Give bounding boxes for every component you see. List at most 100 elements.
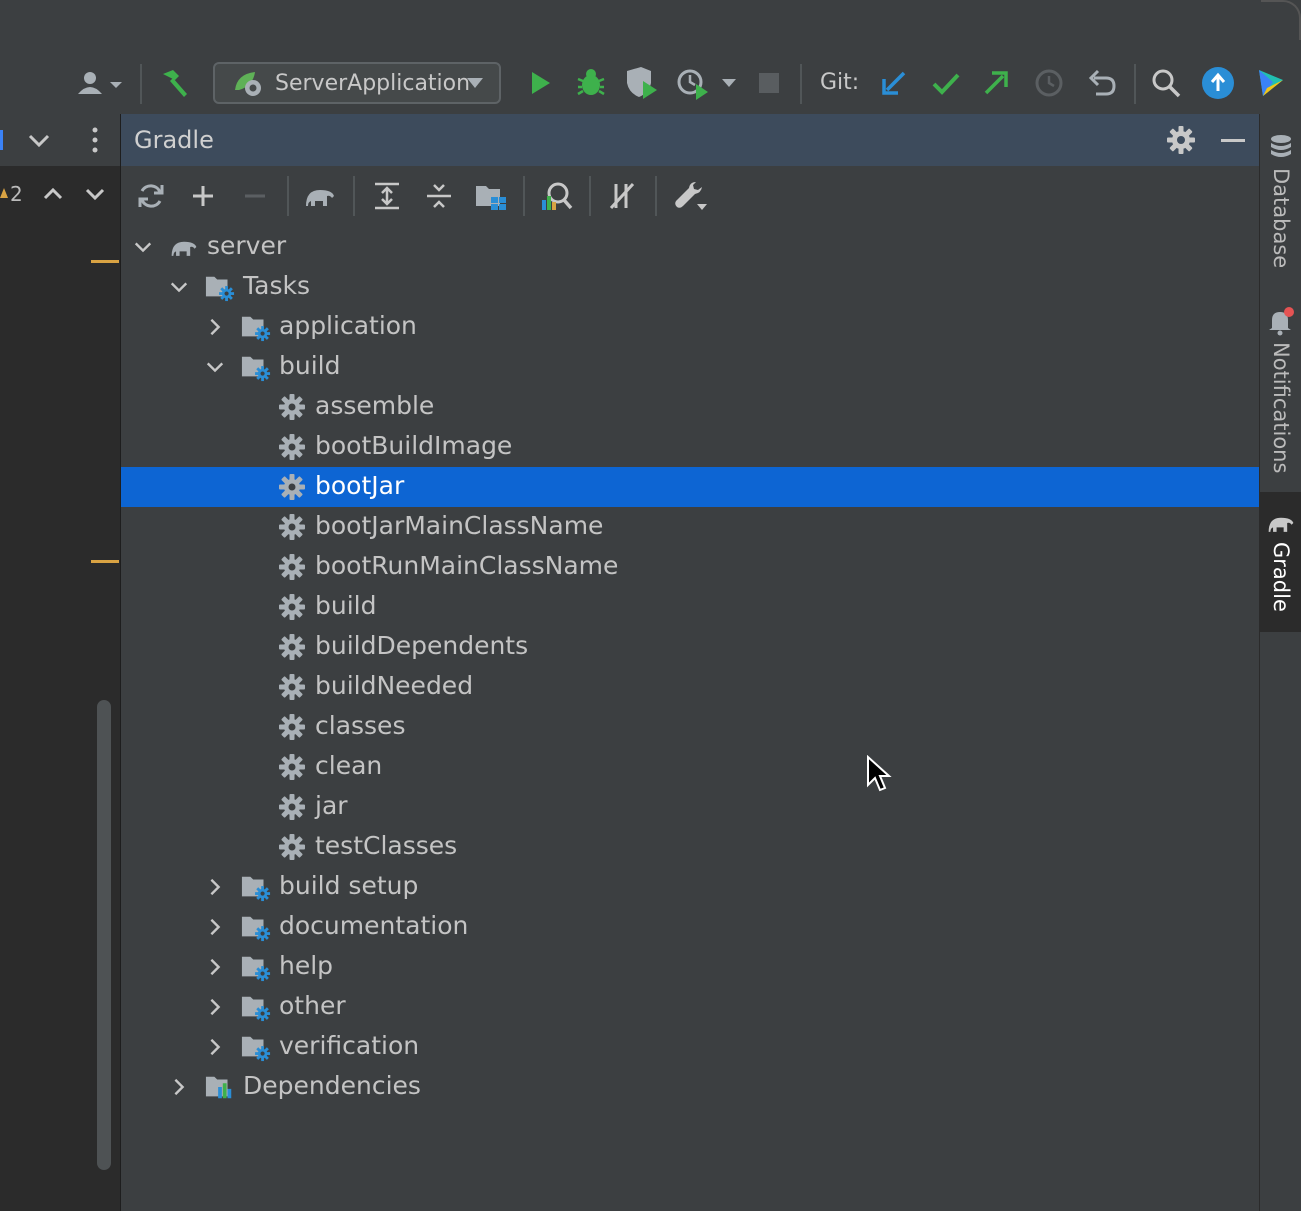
run-with-coverage-button[interactable] xyxy=(620,52,664,114)
collapse-all-button[interactable] xyxy=(419,170,459,222)
tool-window-settings-button[interactable] xyxy=(1166,125,1196,159)
tool-window-title: Gradle xyxy=(134,126,214,154)
unlink-gradle-project-button[interactable] xyxy=(235,170,275,222)
tree-node-tasks[interactable]: Tasks xyxy=(121,267,1259,307)
tree-node-task[interactable]: assemble xyxy=(121,387,1259,427)
tree-node-icon-wrapper xyxy=(241,1032,271,1062)
collapse-toggle[interactable] xyxy=(133,237,153,257)
tree-node-task[interactable]: bootJarMainClassName xyxy=(121,507,1259,547)
profiler-button[interactable] xyxy=(672,52,742,114)
toggle-offline-mode-button[interactable] xyxy=(603,170,643,222)
tree-node-icon-wrapper xyxy=(241,912,271,942)
tree-node-task[interactable]: bootBuildImage xyxy=(121,427,1259,467)
inspection-bar: 2 xyxy=(0,168,120,220)
notifications-tool-tab[interactable]: Notifications xyxy=(1260,306,1301,476)
title-bar xyxy=(0,0,1301,52)
tree-node-task[interactable]: buildDependents xyxy=(121,627,1259,667)
editor-tab-strip xyxy=(0,114,120,166)
toolbar-separator xyxy=(1134,64,1136,104)
ide-update-button[interactable] xyxy=(1198,52,1238,114)
expand-toggle[interactable] xyxy=(205,1037,225,1057)
tree-node-task-group[interactable]: build setup xyxy=(121,867,1259,907)
tree-node-task-group[interactable]: help xyxy=(121,947,1259,987)
git-label: Git: xyxy=(820,70,860,95)
git-update-button[interactable] xyxy=(874,52,914,114)
stop-button[interactable] xyxy=(750,52,788,114)
collapse-toggle[interactable] xyxy=(169,277,189,297)
dependency-analyzer-icon xyxy=(542,182,573,210)
expand-toggle[interactable] xyxy=(205,957,225,977)
next-highlight-button[interactable] xyxy=(82,182,108,210)
play-icon xyxy=(532,72,550,94)
reload-gradle-button[interactable] xyxy=(131,170,171,222)
tree-node-label: classes xyxy=(315,711,406,740)
tree-node-task[interactable]: classes xyxy=(121,707,1259,747)
more-options-button[interactable] xyxy=(88,126,102,158)
rollback-button[interactable] xyxy=(1082,52,1122,114)
tree-node-server[interactable]: server xyxy=(121,227,1259,267)
git-push-button[interactable] xyxy=(976,52,1016,114)
tree-node-build-group[interactable]: build xyxy=(121,347,1259,387)
editor-scrollbar-thumb[interactable] xyxy=(97,700,111,1170)
gradle-tool-tab[interactable]: Gradle xyxy=(1260,492,1301,632)
gear-icon xyxy=(279,554,305,580)
tree-node-application[interactable]: application xyxy=(121,307,1259,347)
right-tool-window-strip: Database Notifications Gradle xyxy=(1259,114,1301,1211)
tree-node-label: bootBuildImage xyxy=(315,431,513,460)
clock-icon xyxy=(1035,69,1063,97)
checkmark-icon xyxy=(932,73,960,95)
gear-icon xyxy=(279,674,305,700)
task-folder-icon xyxy=(241,956,271,982)
tree-node-task-group[interactable]: other xyxy=(121,987,1259,1027)
run-button[interactable] xyxy=(520,52,560,114)
execute-gradle-task-button[interactable] xyxy=(300,170,340,222)
tree-node-task[interactable]: build xyxy=(121,587,1259,627)
tree-node-icon-wrapper xyxy=(241,952,271,982)
search-everywhere-button[interactable] xyxy=(1146,52,1186,114)
build-tool-settings-button[interactable] xyxy=(670,170,710,222)
toolbox-app-button[interactable] xyxy=(1250,52,1290,114)
tree-node-dependencies[interactable]: Dependencies xyxy=(121,1067,1259,1107)
database-tool-tab[interactable]: Database xyxy=(1260,134,1301,294)
collapse-toggle[interactable] xyxy=(205,357,225,377)
tree-node-task[interactable]: bootJar xyxy=(121,467,1259,507)
git-history-button[interactable] xyxy=(1029,52,1069,114)
gradle-tool-window: Gradle server Tasks application build as… xyxy=(121,114,1259,1211)
tree-node-label: build xyxy=(279,351,341,380)
previous-highlight-button[interactable] xyxy=(40,182,66,210)
expand-toggle[interactable] xyxy=(205,877,225,897)
link-gradle-project-button[interactable] xyxy=(183,170,223,222)
tab-list-button[interactable] xyxy=(26,128,52,156)
run-configuration-selector[interactable]: ServerApplication xyxy=(213,62,501,104)
debug-button[interactable] xyxy=(571,52,611,114)
folder-modules-icon xyxy=(476,186,506,210)
expand-all-button[interactable] xyxy=(367,170,407,222)
editor-gutter-strip: 2 xyxy=(0,114,121,1211)
tree-node-task[interactable]: testClasses xyxy=(121,827,1259,867)
tree-node-task[interactable]: jar xyxy=(121,787,1259,827)
account-button[interactable] xyxy=(72,52,128,114)
expand-toggle[interactable] xyxy=(205,997,225,1017)
build-project-button[interactable] xyxy=(154,52,194,114)
chevron-right-icon xyxy=(210,878,221,896)
minimize-icon xyxy=(1221,139,1245,142)
task-folder-icon xyxy=(241,916,271,942)
tree-node-task[interactable]: clean xyxy=(121,747,1259,787)
group-modules-button[interactable] xyxy=(471,170,511,222)
expand-toggle[interactable] xyxy=(169,1077,189,1097)
warning-stripe-marker[interactable] xyxy=(91,260,119,263)
git-commit-button[interactable] xyxy=(926,52,966,114)
database-icon xyxy=(1271,135,1291,157)
analyze-dependencies-button[interactable] xyxy=(536,170,576,222)
tree-node-task[interactable]: bootRunMainClassName xyxy=(121,547,1259,587)
tree-node-task-group[interactable]: verification xyxy=(121,1027,1259,1067)
expand-toggle[interactable] xyxy=(205,317,225,337)
hide-tool-window-button[interactable] xyxy=(1219,128,1247,156)
tree-node-task-group[interactable]: documentation xyxy=(121,907,1259,947)
tree-node-task[interactable]: buildNeeded xyxy=(121,667,1259,707)
hammer-icon xyxy=(163,70,187,97)
expand-toggle[interactable] xyxy=(205,917,225,937)
tree-node-icon-wrapper xyxy=(277,792,307,822)
mouse-pointer-icon xyxy=(867,755,892,792)
warning-stripe-marker[interactable] xyxy=(91,560,119,563)
